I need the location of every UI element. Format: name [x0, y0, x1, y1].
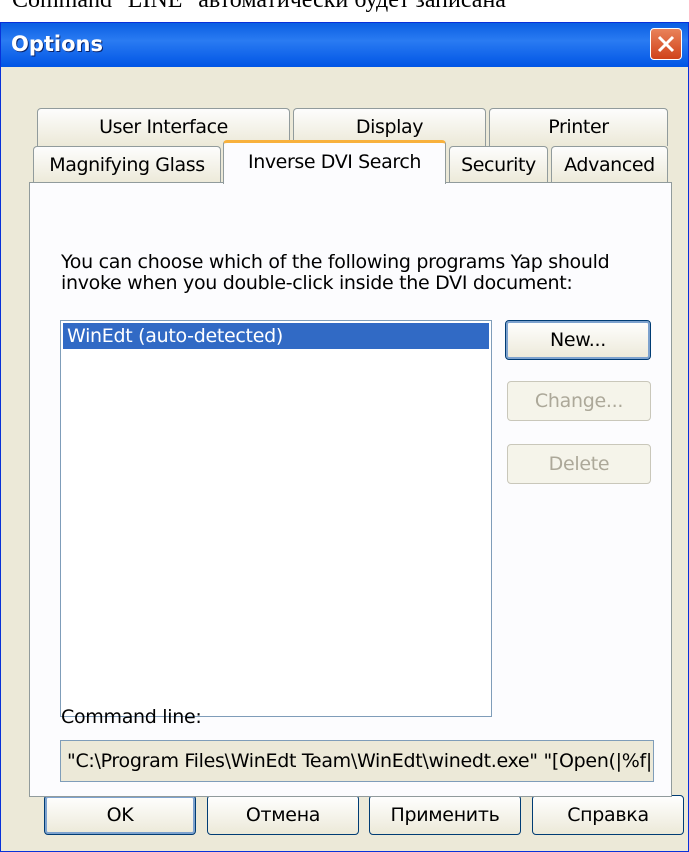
close-button[interactable] — [650, 28, 682, 60]
close-icon — [657, 35, 675, 53]
tab-label: Display — [355, 116, 424, 138]
delete-button[interactable]: Delete — [507, 444, 651, 484]
dialog-client-area: User Interface Display Printer Magnifyin… — [4, 67, 685, 849]
tab-label: User Interface — [99, 116, 228, 138]
help-button[interactable]: Справка — [532, 795, 684, 835]
cancel-button[interactable]: Отмена — [207, 795, 359, 835]
apply-button[interactable]: Применить — [369, 795, 521, 835]
window-title: Options — [11, 32, 103, 56]
new-button[interactable]: New... — [505, 320, 651, 360]
list-item[interactable]: WinEdt (auto-detected) — [63, 323, 489, 349]
change-button[interactable]: Change... — [507, 381, 651, 421]
tab-label: Security — [461, 154, 536, 176]
tab-advanced[interactable]: Advanced — [551, 146, 668, 184]
tab-inverse-dvi-search[interactable]: Inverse DVI Search — [223, 140, 446, 184]
command-line-field[interactable]: "C:\Program Files\WinEdt Team\WinEdt\win… — [60, 740, 654, 782]
tab-label: Printer — [548, 116, 609, 138]
tab-panel: You can choose which of the following pr… — [29, 182, 672, 797]
title-bar[interactable]: Options — [1, 23, 688, 67]
ok-button-label: OK — [106, 804, 134, 826]
background-text: Command "LINE" автоматически будет запис… — [12, 0, 506, 13]
description-text: You can choose which of the following pr… — [61, 251, 610, 294]
command-line-value: "C:\Program Files\WinEdt Team\WinEdt\win… — [67, 750, 654, 772]
tab-label: Inverse DVI Search — [247, 151, 422, 173]
options-dialog: Options User Interface Display Printer M… — [0, 22, 689, 852]
new-button-label: New... — [549, 329, 607, 351]
tab-label: Magnifying Glass — [49, 154, 205, 176]
tab-printer[interactable]: Printer — [489, 108, 668, 146]
tab-magnifying-glass[interactable]: Magnifying Glass — [33, 146, 221, 184]
apply-button-label: Применить — [390, 804, 500, 826]
ok-button[interactable]: OK — [44, 795, 196, 835]
programs-listbox[interactable]: WinEdt (auto-detected) — [60, 320, 492, 717]
change-button-label: Change... — [534, 390, 624, 412]
cancel-button-label: Отмена — [245, 804, 321, 826]
background-document-text: Command "LINE" автоматически будет запис… — [0, 0, 689, 24]
tab-security[interactable]: Security — [449, 146, 548, 184]
help-button-label: Справка — [567, 804, 649, 826]
tab-label: Advanced — [564, 154, 655, 176]
delete-button-label: Delete — [548, 453, 610, 475]
command-line-label: Command line: — [61, 706, 202, 728]
